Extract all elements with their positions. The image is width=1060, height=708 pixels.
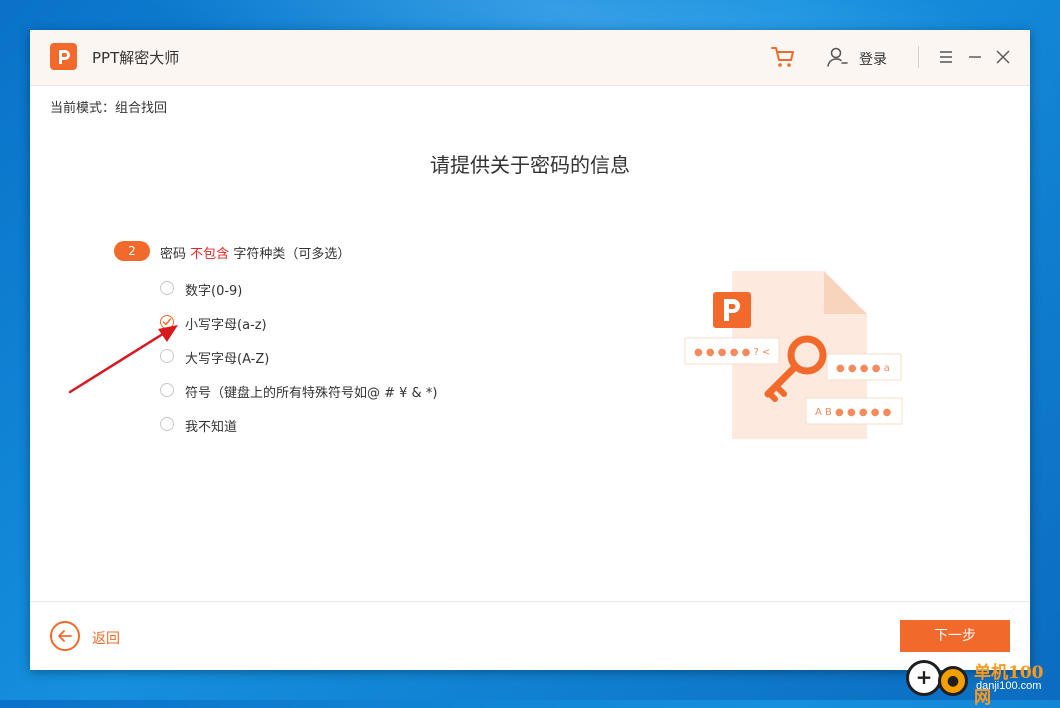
user-icon[interactable] [826,46,848,68]
login-link[interactable]: 登录 [859,49,887,69]
step-question: 密码 不包含 字符种类（可多选） [160,243,350,262]
step-prefix: 密码 [160,247,187,262]
option-digits-label[interactable]: 数字(0-9) [185,280,242,299]
current-mode-label: 当前模式：组合找回 [50,101,168,116]
illus-chip-2: ● ● ● ● a [836,363,890,374]
option-digits-radio[interactable] [160,281,174,295]
app-title: PPT解密大师 [92,49,180,67]
minimize-icon[interactable] [966,48,984,66]
titlebar-divider [918,46,919,68]
close-icon[interactable] [994,48,1012,66]
watermark-dot-icon: ● [938,666,968,696]
footer-divider [30,601,1030,602]
option-unknown-label[interactable]: 我不知道 [185,416,237,435]
password-illustration: ● ● ● ● ● ? < ● ● ● ● a A B ● ● ● ● ● [684,271,903,439]
illus-chip-1: ● ● ● ● ● ? < [694,347,770,358]
back-arrow-icon[interactable] [50,621,80,651]
cart-icon[interactable] [770,44,796,70]
page-heading: 请提供关于密码的信息 [430,153,630,177]
step-number-badge: 2 [114,241,150,261]
annotation-arrow [68,325,178,394]
illus-chip-3: A B ● ● ● ● ● [815,407,892,418]
app-window: PPT解密大师 登录 当前模式：组合找回 请提供关于密码的信息 2 密码 不包含… [30,30,1030,670]
back-button[interactable]: 返回 [92,628,120,648]
step-suffix: 字符种类（可多选） [233,247,351,262]
option-lowercase-label[interactable]: 小写字母(a-z) [185,314,267,333]
option-symbols-label[interactable]: 符号（键盘上的所有特殊符号如@ # ¥ & *) [185,382,437,401]
site-watermark: + ● 单机100网 danji100.com [906,656,1060,708]
watermark-plus-icon: + [906,660,942,696]
next-button[interactable]: 下一步 [900,620,1010,652]
title-bar: PPT解密大师 登录 [30,30,1030,86]
watermark-url: danji100.com [976,680,1042,692]
option-uppercase-label[interactable]: 大写字母(A-Z) [185,348,269,367]
menu-icon[interactable] [937,48,955,66]
step-highlight: 不包含 [190,247,230,262]
ppt-logo-icon [50,43,77,70]
option-unknown-radio[interactable] [160,417,174,431]
